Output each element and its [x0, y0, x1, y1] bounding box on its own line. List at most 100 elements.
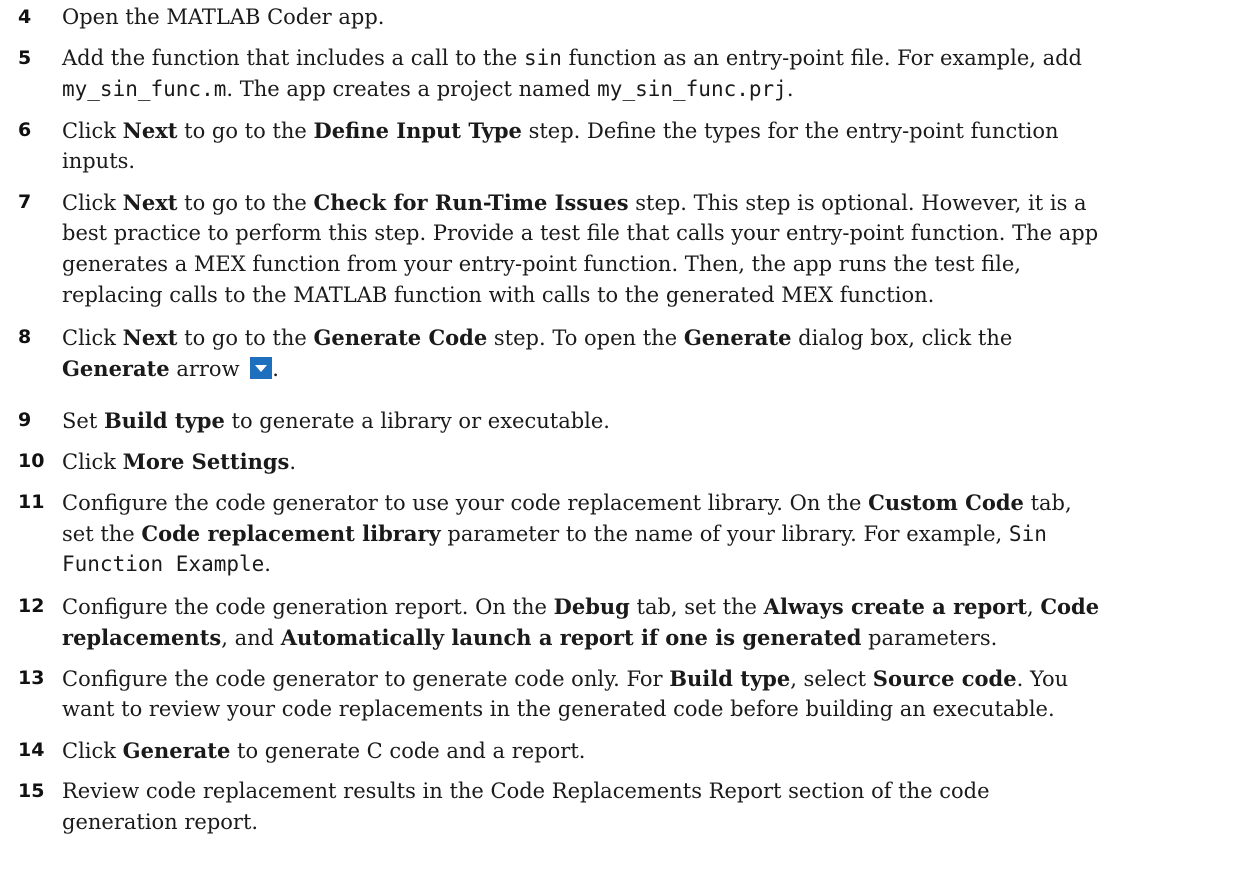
text-line: Set Build type to generate a library or … [62, 405, 1254, 436]
text-run: inputs. [62, 149, 136, 173]
text-run: replacing calls to the MATLAB function w… [62, 283, 935, 307]
text-run: Set [62, 409, 104, 433]
text-run: . You [1016, 667, 1069, 691]
step-text: Set Build type to generate a library or … [62, 405, 1254, 436]
ui-term: Generate [62, 356, 170, 381]
step-number: 11 [18, 491, 45, 513]
text-run: function as an entry-point file. For exa… [561, 46, 1082, 70]
ui-term: Generate [683, 325, 792, 350]
code-term: Function Example [62, 552, 265, 576]
ui-term: Build type [669, 666, 791, 691]
step-number: 7 [18, 191, 32, 213]
step-text: Configure the code generator to generate… [62, 663, 1254, 725]
step-text: Click More Settings. [62, 446, 1254, 477]
text-run: best practice to perform this step. Prov… [62, 221, 1099, 245]
step-number: 13 [18, 667, 45, 689]
text-run: tab, set the [629, 595, 764, 619]
text-run: generation report. [62, 810, 259, 834]
text-run: Add the function that includes a call to… [62, 46, 524, 70]
ui-term: Always create a report [763, 594, 1027, 619]
code-term: Sin [1008, 522, 1047, 546]
text-run: parameter to the name of your library. F… [440, 522, 1009, 546]
step-text: Configure the code generation report. On… [62, 591, 1254, 653]
text-line: Generate arrow . [62, 353, 1254, 384]
generate-arrow-icon [250, 357, 273, 379]
step-text: Click Generate to generate C code and a … [62, 735, 1254, 766]
step-text: Add the function that includes a call to… [62, 43, 1254, 105]
text-run: parameters. [861, 626, 998, 650]
ui-term: Next [122, 325, 178, 350]
step-text: Click Next to go to the Check for Run-Ti… [62, 187, 1254, 311]
text-line: want to review your code replacements in… [62, 694, 1254, 725]
text-line: Click Next to go to the Check for Run-Ti… [62, 187, 1254, 218]
text-run: to go to the [177, 191, 314, 215]
text-run: to generate a library or executable. [224, 409, 610, 433]
text-run: . [272, 357, 279, 381]
text-run: want to review your code replacements in… [62, 697, 1055, 721]
text-run: , [1026, 595, 1041, 619]
text-run: , and [221, 626, 281, 650]
text-line: Configure the code generator to generate… [62, 663, 1254, 694]
text-line: Click Generate to generate C code and a … [62, 735, 1254, 766]
ui-term: Generate Code [313, 325, 488, 350]
text-run: Click [62, 450, 123, 474]
text-run: generates a MEX function from your entry… [62, 252, 1021, 276]
text-run: Configure the code generation report. On… [62, 595, 554, 619]
step-number: 12 [18, 595, 45, 617]
step-number: 5 [18, 47, 32, 69]
text-line: replacing calls to the MATLAB function w… [62, 280, 1254, 311]
text-run: . [289, 450, 297, 474]
step-text: Click Next to go to the Generate Code st… [62, 322, 1254, 384]
text-run: tab, [1023, 491, 1072, 515]
ui-term: Define Input Type [313, 118, 522, 143]
text-run: Click [62, 326, 123, 350]
text-line: generation report. [62, 807, 1254, 838]
text-run: step. To open the [487, 326, 684, 350]
text-run: Click [62, 119, 123, 143]
text-run: Click [62, 191, 123, 215]
text-line: inputs. [62, 146, 1254, 177]
text-run: to go to the [177, 119, 314, 143]
step-number: 6 [18, 119, 32, 141]
step-number: 4 [18, 6, 32, 28]
ui-term: replacements [62, 625, 222, 650]
ui-term: Code [1040, 594, 1100, 619]
step-number: 10 [18, 450, 45, 472]
text-run: Click [62, 739, 123, 763]
ui-term: Automatically launch a report if one is … [280, 625, 862, 650]
step-number: 15 [18, 780, 45, 802]
code-term: sin [523, 46, 562, 70]
ui-term: Next [122, 190, 178, 215]
ui-term: Custom Code [868, 490, 1024, 515]
text-line: Add the function that includes a call to… [62, 43, 1254, 74]
text-line: Configure the code generation report. On… [62, 591, 1254, 622]
step-number: 8 [18, 326, 32, 348]
text-line: best practice to perform this step. Prov… [62, 218, 1254, 249]
text-line: my_sin_func.m. The app creates a project… [62, 74, 1254, 105]
text-run: step. This step is optional. However, it… [628, 191, 1087, 215]
text-run: , select [790, 667, 873, 691]
step-text: Click Next to go to the Define Input Typ… [62, 115, 1254, 177]
text-run: arrow [169, 357, 247, 381]
ui-term: Code replacement library [141, 521, 441, 546]
text-run: to generate C code and a report. [230, 739, 586, 763]
text-line: Configure the code generator to use your… [62, 487, 1254, 518]
text-run: . [786, 77, 794, 101]
text-line: Click Next to go to the Define Input Typ… [62, 115, 1254, 146]
code-term: my_sin_func.m [62, 77, 227, 101]
text-line: replacements, and Automatically launch a… [62, 622, 1254, 653]
text-run: . The app creates a project named [226, 77, 598, 101]
text-line: Click Next to go to the Generate Code st… [62, 322, 1254, 353]
ui-term: Check for Run-Time Issues [313, 190, 629, 215]
ui-term: More Settings [122, 449, 290, 474]
step-text: Configure the code generator to use your… [62, 487, 1254, 580]
text-run: Open the MATLAB Coder app. [62, 5, 385, 29]
text-run: dialog box, click the [791, 326, 1013, 350]
text-line: Open the MATLAB Coder app. [62, 2, 1254, 33]
text-run: set the [62, 522, 142, 546]
text-line: Click More Settings. [62, 446, 1254, 477]
text-run: step. Define the types for the entry-poi… [521, 119, 1059, 143]
step-number: 9 [18, 409, 32, 431]
text-run: to go to the [177, 326, 314, 350]
code-term: my_sin_func.prj [597, 77, 787, 101]
